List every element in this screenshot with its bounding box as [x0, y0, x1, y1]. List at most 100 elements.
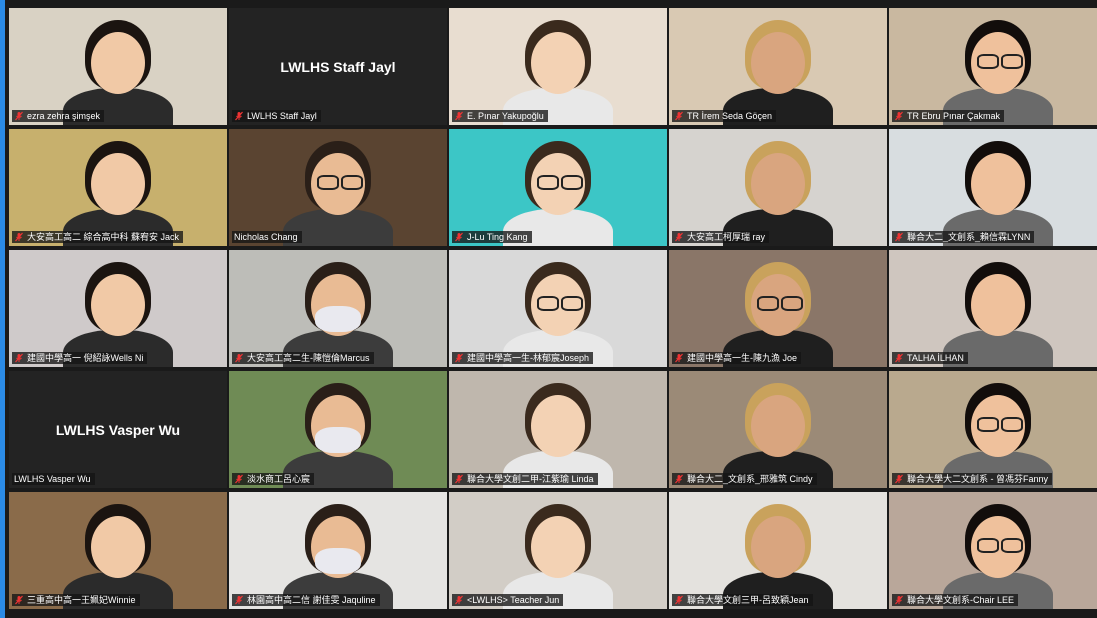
person-face: [751, 516, 805, 578]
participant-display-name: LWLHS Vasper Wu: [9, 371, 227, 488]
participant-name: TR İrem Seda Göçen: [687, 111, 773, 121]
glasses: [977, 417, 999, 432]
participant-video: [229, 129, 447, 246]
mic-muted-icon: [455, 353, 463, 363]
participant-name: 大安高工柯厚瑞 ray: [687, 232, 766, 242]
participant-video: [669, 250, 887, 367]
glasses: [1001, 54, 1023, 69]
participant-tile[interactable]: LWLHS Vasper Wu LWLHS Vasper Wu: [9, 371, 227, 488]
participant-name: 建國中學高一生-陳九漁 Joe: [687, 353, 798, 363]
participant-name: J-Lu Ting Kang: [467, 232, 528, 242]
person-face: [91, 274, 145, 336]
bottom-bar: [5, 612, 1097, 618]
participant-video: [889, 492, 1097, 609]
participant-tile[interactable]: 建國中學高一生-林郁宸Joseph: [449, 250, 667, 367]
participant-name-label: LWLHS Vasper Wu: [12, 473, 95, 485]
mic-muted-icon: [895, 353, 903, 363]
participant-tile[interactable]: 聯合大學文創系-Chair LEE: [889, 492, 1097, 609]
participant-tile[interactable]: 林園高中高二信 謝佳雯 Jaquline: [229, 492, 447, 609]
participant-name: 聯合大學文創三甲-呂致穎Jean: [687, 595, 809, 605]
mic-muted-icon: [675, 595, 683, 605]
participant-name: ezra zehra şimşek: [27, 111, 101, 121]
face-mask: [315, 548, 361, 574]
participant-name-label: 建國中學高一生-林郁宸Joseph: [452, 352, 594, 364]
glasses: [1001, 417, 1023, 432]
participant-tile[interactable]: 大安高工高二生-陳愷倫Marcus: [229, 250, 447, 367]
participant-tile[interactable]: <LWLHS> Teacher Jun: [449, 492, 667, 609]
participant-video: [9, 129, 227, 246]
mic-muted-icon: [235, 474, 243, 484]
participant-video: [9, 492, 227, 609]
participant-name: <LWLHS> Teacher Jun: [467, 595, 560, 605]
participant-tile[interactable]: ezra zehra şimşek: [9, 8, 227, 125]
participant-name: 大安高工高二生-陳愷倫Marcus: [247, 353, 370, 363]
participant-name-label: 聯合大二_文創系_賴信霖LYNN: [892, 231, 1035, 243]
participant-name: 聯合大學大二文創系 - 曾馮芬Fanny: [907, 474, 1049, 484]
glasses: [1001, 538, 1023, 553]
participant-video: [9, 8, 227, 125]
participant-name: 聯合大二_文創系_賴信霖LYNN: [907, 232, 1031, 242]
participant-video: [889, 250, 1097, 367]
participant-name: 建國中學高一 倪紹詠Wells Ni: [27, 353, 144, 363]
person-face: [971, 274, 1025, 336]
participant-name-label: 三重高中高一王姵妃Winnie: [12, 594, 140, 606]
participant-tile[interactable]: 大安高工高二 綜合高中科 蘇宥安 Jack: [9, 129, 227, 246]
participant-tile[interactable]: 建國中學高一 倪紹詠Wells Ni: [9, 250, 227, 367]
participant-video: [449, 129, 667, 246]
participant-tile[interactable]: 建國中學高一生-陳九漁 Joe: [669, 250, 887, 367]
participant-tile[interactable]: Nicholas Chang: [229, 129, 447, 246]
mic-muted-icon: [15, 111, 23, 121]
participant-tile[interactable]: TR Ebru Pınar Çakmak: [889, 8, 1097, 125]
participant-name-label: 聯合大學文創三甲-呂致穎Jean: [672, 594, 813, 606]
face-mask: [315, 306, 361, 332]
participant-video: [229, 371, 447, 488]
participant-name-label: 林園高中高二信 謝佳雯 Jaquline: [232, 594, 380, 606]
participant-tile[interactable]: 三重高中高一王姵妃Winnie: [9, 492, 227, 609]
participant-name: TALHA İLHAN: [907, 353, 964, 363]
mic-muted-icon: [455, 474, 463, 484]
mic-muted-icon: [895, 595, 903, 605]
participant-tile[interactable]: 聯合大學文創三甲-呂致穎Jean: [669, 492, 887, 609]
participant-name-label: 聯合大學文創系-Chair LEE: [892, 594, 1019, 606]
mic-muted-icon: [675, 353, 683, 363]
participant-tile[interactable]: 聯合大學大二文創系 - 曾馮芬Fanny: [889, 371, 1097, 488]
participant-name: LWLHS Vasper Wu: [14, 474, 91, 484]
participant-name: 聯合大學文創二甲-江紫瑜 Linda: [467, 474, 594, 484]
participant-name-label: TR Ebru Pınar Çakmak: [892, 110, 1005, 122]
glasses: [537, 175, 559, 190]
glasses: [537, 296, 559, 311]
participant-video: [229, 492, 447, 609]
participant-tile[interactable]: E. Pınar Yakupoğlu: [449, 8, 667, 125]
glasses: [561, 296, 583, 311]
glasses: [977, 54, 999, 69]
participant-tile[interactable]: 聯合大二_文創系_邢雅筑 Cindy: [669, 371, 887, 488]
person-face: [971, 153, 1025, 215]
participant-video: [229, 250, 447, 367]
participant-name: 聯合大學文創系-Chair LEE: [907, 595, 1015, 605]
participant-name: LWLHS Staff Jayl: [247, 111, 317, 121]
participant-tile[interactable]: TALHA İLHAN: [889, 250, 1097, 367]
mic-muted-icon: [895, 232, 903, 242]
participant-tile[interactable]: J-Lu Ting Kang: [449, 129, 667, 246]
participant-video: [669, 371, 887, 488]
participant-video: [889, 8, 1097, 125]
mic-muted-icon: [675, 474, 683, 484]
participant-tile[interactable]: LWLHS Staff Jayl LWLHS Staff Jayl: [229, 8, 447, 125]
person-face: [531, 32, 585, 94]
glasses: [781, 296, 803, 311]
participant-tile[interactable]: 聯合大二_文創系_賴信霖LYNN: [889, 129, 1097, 246]
participant-tile[interactable]: 聯合大學文創二甲-江紫瑜 Linda: [449, 371, 667, 488]
person-face: [531, 395, 585, 457]
participant-name-label: LWLHS Staff Jayl: [232, 110, 321, 122]
participant-name-label: 淡水商工呂心宸: [232, 473, 315, 485]
participant-tile[interactable]: TR İrem Seda Göçen: [669, 8, 887, 125]
participant-tile[interactable]: 淡水商工呂心宸: [229, 371, 447, 488]
participant-video: [669, 8, 887, 125]
participant-name-label: E. Pınar Yakupoğlu: [452, 110, 548, 122]
participant-name-label: TALHA İLHAN: [892, 352, 968, 364]
person-face: [91, 153, 145, 215]
participant-video: [449, 492, 667, 609]
mic-muted-icon: [15, 353, 23, 363]
participant-tile[interactable]: 大安高工柯厚瑞 ray: [669, 129, 887, 246]
person-face: [91, 32, 145, 94]
